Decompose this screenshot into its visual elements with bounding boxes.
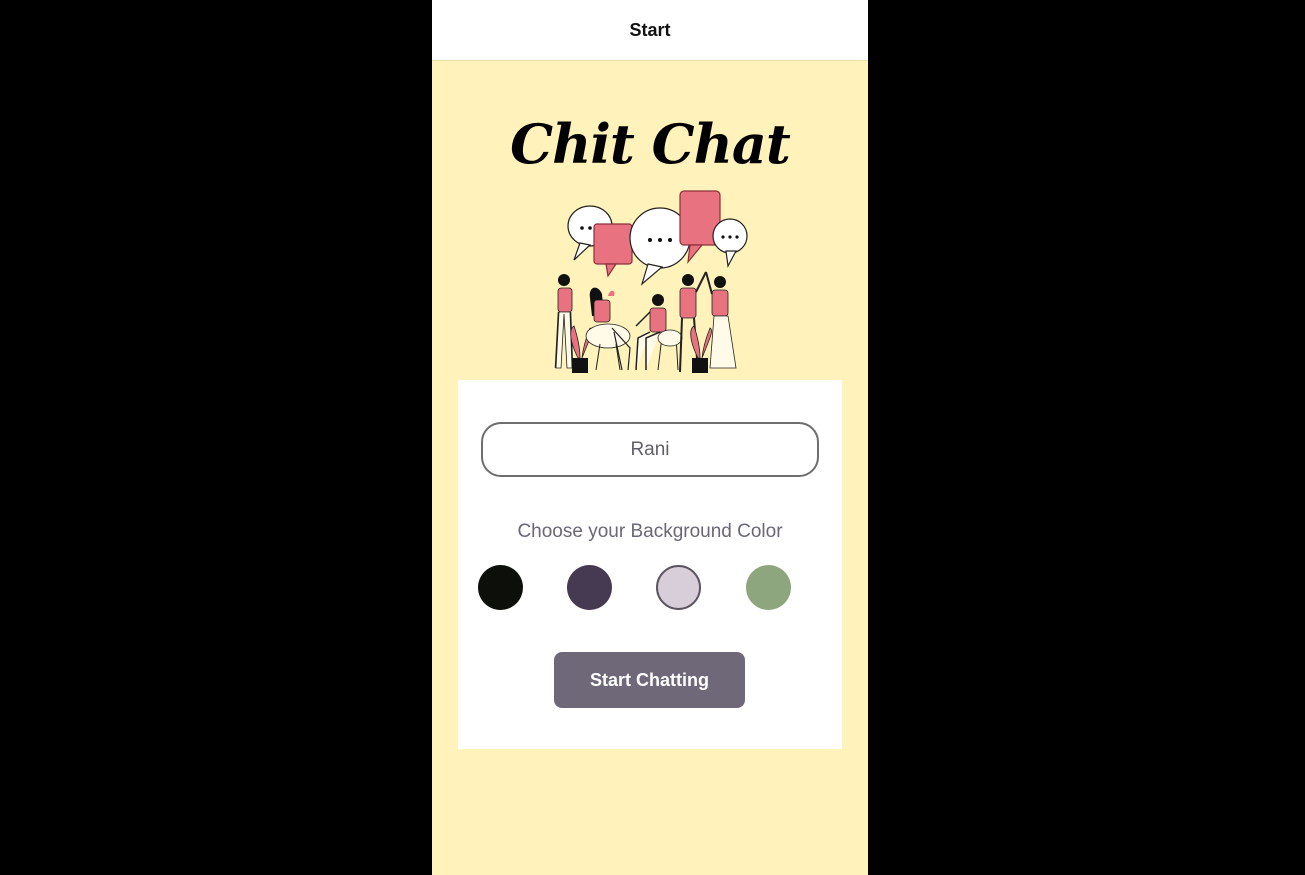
name-input[interactable]: [481, 422, 819, 477]
app-logo-title: Chit Chat: [510, 112, 791, 176]
people-chatting-illustration: [554, 190, 748, 373]
speech-bubble-pink-left: [593, 223, 633, 278]
person-standing-right: [705, 271, 737, 369]
person-seated-man: [635, 294, 683, 371]
nav-title: Start: [629, 19, 671, 40]
start-form-card: Choose your Background Color Start Chatt…: [458, 380, 842, 749]
color-swatch-sage-green[interactable]: [746, 565, 791, 610]
color-swatch-black[interactable]: [478, 565, 523, 610]
plant-right: [690, 325, 712, 373]
background-color-label: Choose your Background Color: [517, 521, 783, 542]
color-swatch-dark-purple[interactable]: [567, 565, 612, 610]
navigation-bar: Start: [432, 0, 868, 61]
start-chatting-button[interactable]: Start Chatting: [554, 652, 745, 708]
app-screen: Start Chit Chat Rani Choose your Backgro…: [432, 0, 868, 875]
speech-bubble-right: [712, 218, 748, 268]
color-swatch-light-lavender[interactable]: [656, 565, 701, 610]
person-seated-woman: [585, 287, 631, 371]
person-standing-left: [554, 274, 574, 369]
